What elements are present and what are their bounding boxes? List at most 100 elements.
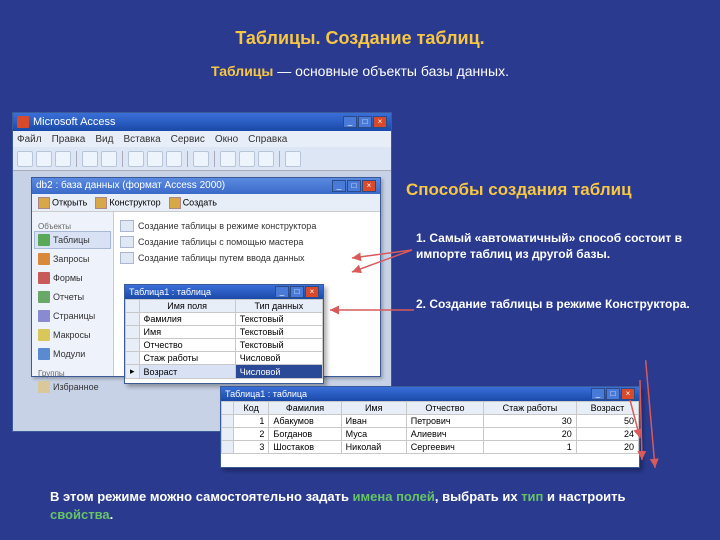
toolbar-open-icon[interactable] xyxy=(36,151,52,167)
design-close-button[interactable]: × xyxy=(305,286,319,298)
toolbar-preview-icon[interactable] xyxy=(101,151,117,167)
groups-label: Группы xyxy=(34,369,111,378)
cat-pages[interactable]: Страницы xyxy=(34,307,111,325)
cat-modules[interactable]: Модули xyxy=(34,345,111,363)
toolbar-rel-icon[interactable] xyxy=(239,151,255,167)
data-min-button[interactable]: _ xyxy=(591,388,605,400)
col-firstname[interactable]: Имя xyxy=(341,402,406,415)
close-button[interactable]: × xyxy=(373,116,387,128)
caption-emph: имена полей xyxy=(353,489,435,504)
datasheet-grid[interactable]: Код Фамилия Имя Отчество Стаж работы Воз… xyxy=(221,401,639,454)
menu-window[interactable]: Окно xyxy=(215,134,238,145)
cat-macros[interactable]: Макросы xyxy=(34,326,111,344)
toolbar-print-icon[interactable] xyxy=(82,151,98,167)
create-table-wizard[interactable]: Создание таблицы с помощью мастера xyxy=(120,234,374,250)
db-titlebar[interactable]: db2 : база данных (формат Access 2000) _… xyxy=(32,178,380,194)
col-field-name[interactable]: Имя поля xyxy=(139,300,235,313)
toolbar-office-icon[interactable] xyxy=(220,151,236,167)
design-min-button[interactable]: _ xyxy=(275,286,289,298)
toolbar-analyze-icon[interactable] xyxy=(258,151,274,167)
slide-subtitle: Таблицы — основные объекты базы данных. xyxy=(0,63,720,79)
menu-file[interactable]: Файл xyxy=(17,134,42,145)
menu-tools[interactable]: Сервис xyxy=(171,134,205,145)
create-table-entry[interactable]: Создание таблицы путем ввода данных xyxy=(120,250,374,266)
tables-icon xyxy=(38,234,50,246)
maximize-button[interactable]: □ xyxy=(358,116,372,128)
access-title: Microsoft Access xyxy=(33,113,116,131)
db-open-button[interactable]: Открыть xyxy=(38,197,87,209)
caption-part: В этом режиме можно самостоятельно задат… xyxy=(50,489,353,504)
design-row: ОтчествоТекстовый xyxy=(126,339,323,352)
design-titlebar[interactable]: Таблица1 : таблица _ □ × xyxy=(125,285,323,299)
cat-favorites[interactable]: Избранное xyxy=(34,378,111,396)
db-design-button[interactable]: Конструктор xyxy=(95,197,160,209)
menubar: Файл Правка Вид Вставка Сервис Окно Спра… xyxy=(13,131,391,147)
cat-reports[interactable]: Отчеты xyxy=(34,288,111,306)
col-lastname[interactable]: Фамилия xyxy=(269,402,341,415)
design-title: Таблица1 : таблица xyxy=(129,285,211,299)
db-close-button[interactable]: × xyxy=(362,180,376,192)
design-row: ИмяТекстовый xyxy=(126,326,323,339)
caption-emph: тип xyxy=(521,489,543,504)
access-titlebar[interactable]: Microsoft Access _ □ × xyxy=(13,113,391,131)
col-experience[interactable]: Стаж работы xyxy=(484,402,577,415)
design-option-icon xyxy=(120,220,134,232)
cat-forms[interactable]: Формы xyxy=(34,269,111,287)
db-toolbar: Открыть Конструктор Создать xyxy=(32,194,380,212)
design-grid[interactable]: Имя поля Тип данных ФамилияТекстовый Имя… xyxy=(125,299,323,379)
queries-icon xyxy=(38,253,50,265)
menu-help[interactable]: Справка xyxy=(248,134,287,145)
access-window: Microsoft Access _ □ × Файл Правка Вид В… xyxy=(12,112,392,432)
pages-icon xyxy=(38,310,50,322)
design-row: ▸ВозрастЧисловой xyxy=(126,365,323,379)
db-title: db2 : база данных (формат Access 2000) xyxy=(36,178,225,194)
design-max-button[interactable]: □ xyxy=(290,286,304,298)
cat-tables[interactable]: Таблицы xyxy=(34,231,111,249)
db-new-button[interactable]: Создать xyxy=(169,197,217,209)
col-patronymic[interactable]: Отчество xyxy=(406,402,483,415)
table-row: 2БогдановМусаАлиевич2024 xyxy=(222,428,639,441)
col-field-type[interactable]: Тип данных xyxy=(235,300,322,313)
menu-edit[interactable]: Правка xyxy=(52,134,86,145)
table-row: 1АбакумовИванПетрович3050 xyxy=(222,415,639,428)
way-2-text: 2. Создание таблицы в режиме Конструктор… xyxy=(416,296,696,312)
design-row: Стаж работыЧисловой xyxy=(126,352,323,365)
db-maximize-button[interactable]: □ xyxy=(347,180,361,192)
col-age[interactable]: Возраст xyxy=(576,402,638,415)
bottom-caption: В этом режиме можно самостоятельно задат… xyxy=(50,488,670,524)
main-toolbar xyxy=(13,147,391,171)
forms-icon xyxy=(38,272,50,284)
caption-part: , выбрать их xyxy=(435,489,521,504)
db-categories: Объекты Таблицы Запросы Формы Отчеты Стр… xyxy=(32,212,114,376)
toolbar-new-icon[interactable] xyxy=(17,151,33,167)
table-row: 3ШостаковНиколайСергеевич120 xyxy=(222,441,639,454)
datasheet-titlebar[interactable]: Таблица1 : таблица _ □ × xyxy=(221,387,639,401)
menu-insert[interactable]: Вставка xyxy=(123,134,160,145)
design-row: ФамилияТекстовый xyxy=(126,313,323,326)
db-minimize-button[interactable]: _ xyxy=(332,180,346,192)
macros-icon xyxy=(38,329,50,341)
toolbar-copy-icon[interactable] xyxy=(147,151,163,167)
objects-group-label: Объекты xyxy=(34,222,111,231)
reports-icon xyxy=(38,291,50,303)
caption-part: . xyxy=(110,507,114,522)
minimize-button[interactable]: _ xyxy=(343,116,357,128)
caption-part: и настроить xyxy=(543,489,625,504)
data-max-button[interactable]: □ xyxy=(606,388,620,400)
menu-view[interactable]: Вид xyxy=(95,134,113,145)
create-table-design[interactable]: Создание таблицы в режиме конструктора xyxy=(120,218,374,234)
toolbar-paste-icon[interactable] xyxy=(166,151,182,167)
data-close-button[interactable]: × xyxy=(621,388,635,400)
toolbar-help-icon[interactable] xyxy=(285,151,301,167)
toolbar-save-icon[interactable] xyxy=(55,151,71,167)
new-icon xyxy=(169,197,181,209)
slide-title: Таблицы. Создание таблиц. xyxy=(0,0,720,49)
toolbar-undo-icon[interactable] xyxy=(193,151,209,167)
table-design-window: Таблица1 : таблица _ □ × Имя поля Тип да… xyxy=(124,284,324,384)
cat-queries[interactable]: Запросы xyxy=(34,250,111,268)
toolbar-cut-icon[interactable] xyxy=(128,151,144,167)
subtitle-emph: Таблицы xyxy=(211,63,273,79)
col-code[interactable]: Код xyxy=(234,402,269,415)
wizard-option-icon xyxy=(120,236,134,248)
entry-option-icon xyxy=(120,252,134,264)
